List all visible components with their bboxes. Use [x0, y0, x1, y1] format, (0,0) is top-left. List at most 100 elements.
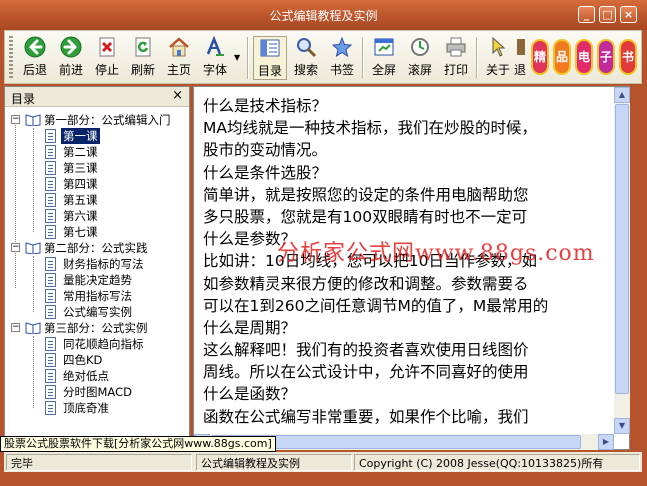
tree-line [15, 120, 16, 288]
status-text: 完毕 [6, 454, 192, 471]
stop-label: 停止 [94, 63, 119, 77]
search-button[interactable]: 搜索 [289, 36, 323, 80]
article-line: 周线。所以在公式设计中，允许不同喜好的使用 [203, 363, 529, 382]
font-icon [206, 36, 224, 56]
page-icon [45, 401, 56, 415]
page-icon [45, 193, 56, 207]
content-pane[interactable]: 什么是技术指标？ MA均线就是一种技术指标，我们在炒股的时候， 股市的变动情况。… [193, 86, 630, 450]
window-bottom-border [0, 472, 647, 486]
vertical-scroll-thumb[interactable] [615, 104, 629, 394]
page-icon [45, 337, 56, 351]
toolbar-separator [476, 37, 478, 79]
exit-label: 退 [513, 63, 526, 77]
tree-item-label: 顶底奇准 [63, 401, 109, 415]
collapse-toggle-icon[interactable]: − [11, 243, 20, 252]
tree-line [33, 128, 34, 232]
article-line: 什么是条件选股？ [203, 163, 328, 182]
open-book-icon [25, 242, 41, 254]
tree-item-label: 四色KD [63, 353, 103, 367]
autoscroll-icon [411, 38, 429, 56]
open-book-icon [25, 322, 41, 334]
tree-item-label: 绝对低点 [63, 369, 109, 383]
font-dropdown-arrow-icon[interactable]: ▼ [234, 53, 240, 62]
print-button[interactable]: 打印 [439, 36, 473, 80]
decor-badge: 书 [619, 39, 637, 75]
page-icon [45, 353, 56, 367]
maximize-button[interactable]: □ [599, 6, 616, 23]
toc-button[interactable]: 目录 [253, 36, 287, 80]
autoscroll-label: 滚屏 [407, 63, 432, 77]
tree-item-label: 第七课 [63, 225, 98, 239]
toc-label: 目录 [257, 64, 282, 78]
title-bar[interactable]: 公式编辑教程及实例 _ □ × [0, 0, 647, 30]
article-line: MA均线就是一种技术指标，我们在炒股的时候， [203, 119, 537, 138]
about-button[interactable]: 关于 [481, 36, 515, 80]
scroll-up-icon[interactable]: ▲ [614, 87, 630, 103]
page-icon [45, 209, 56, 223]
back-button[interactable]: 后退 [18, 36, 52, 80]
page-icon [45, 177, 56, 191]
close-button[interactable]: × [620, 6, 637, 23]
decor-badge: 精 [531, 39, 549, 75]
back-label: 后退 [22, 63, 47, 77]
page-icon [45, 289, 56, 303]
toolbar: 后退 前进 停止 刷新 主页 字体 ▼ 目录 搜索 书签 全屏 滚屏 打印 关于… [4, 30, 642, 84]
tree-item-label: 第一课 [61, 128, 100, 144]
article-line: 可以在1到260之间任意调节M的值了，M最常用的 [203, 296, 549, 315]
ad-banner[interactable]: 股票公式股票软件下载[分析家公式网www.88gs.com] [0, 436, 276, 452]
article-line: 如参数精灵来很方便的修改和调整。参数需要る [203, 274, 529, 293]
scroll-right-icon[interactable]: ▶ [598, 434, 614, 450]
exit-button[interactable]: 退 [513, 36, 527, 80]
bookmark-button[interactable]: 书签 [325, 36, 359, 80]
tree-item-label: 公式编写实例 [63, 305, 132, 319]
tree-part-2[interactable]: − 第二部分：公式实践 [11, 240, 189, 256]
tree-item-label: 第三课 [63, 161, 98, 175]
toc-panel-header: 目录 × [5, 87, 189, 107]
font-button[interactable]: 字体 [198, 36, 232, 80]
open-book-icon [25, 114, 41, 126]
article-line: 简单讲，就是按照您的设定的条件用电脑帮助您 [203, 185, 529, 204]
refresh-button[interactable]: 刷新 [126, 36, 160, 80]
window-title: 公式编辑教程及实例 [269, 9, 378, 23]
tree-part-1[interactable]: − 第一部分：公式编辑入门 [11, 112, 189, 128]
status-doc-title: 公式编辑教程及实例 [196, 454, 352, 471]
autoscroll-button[interactable]: 滚屏 [403, 36, 437, 80]
forward-button[interactable]: 前进 [54, 36, 88, 80]
collapse-toggle-icon[interactable]: − [11, 115, 20, 124]
toc-tree: − 第一部分：公式编辑入门 第一课 第二课 第三课 第四课 第五课 第六课 第七… [5, 108, 189, 448]
vertical-scrollbar[interactable]: ▲ ▼ [614, 87, 630, 434]
forward-label: 前进 [58, 63, 83, 77]
home-icon [169, 37, 189, 57]
tree-item-label: 第六课 [63, 209, 98, 223]
article-line: 函数在公式编写非常重要，如果作个比喻，我们 [203, 407, 529, 426]
home-button[interactable]: 主页 [162, 36, 196, 80]
article-line: 这么解释吧！我们有的投资者喜欢使用日线图价 [203, 341, 529, 360]
article-line: 什么是技术指标？ [203, 97, 328, 115]
decor-badge: 子 [597, 39, 615, 75]
article-line: 股市的变动情况。 [203, 141, 328, 160]
toolbar-separator [362, 37, 364, 79]
article-line: 什么是周期？ [203, 318, 297, 337]
tree-item-label: 财务指标的写法 [63, 257, 144, 271]
tree-item-label: 量能决定趋势 [63, 273, 132, 287]
page-icon [45, 257, 56, 271]
collapse-toggle-icon[interactable]: − [11, 323, 20, 332]
about-label: 关于 [485, 63, 510, 77]
font-label: 字体 [202, 63, 227, 77]
tree-part-label: 第三部分：公式实例 [44, 321, 148, 335]
minimize-button[interactable]: _ [578, 6, 595, 23]
toolbar-grip[interactable] [9, 36, 13, 80]
status-copyright: Copyright (C) 2008 Jesse(QQ:10133825)所有 [354, 454, 640, 471]
app-window: 公式编辑教程及实例 _ □ × 后退 前进 停止 刷新 主页 字体 ▼ 目录 搜… [0, 0, 647, 486]
exit-icon [517, 39, 525, 55]
tree-part-3[interactable]: − 第三部分：公式实例 [11, 320, 189, 336]
tree-part-label: 第一部分：公式编辑入门 [44, 113, 171, 127]
scroll-down-icon[interactable]: ▼ [614, 418, 630, 434]
stop-button[interactable]: 停止 [90, 36, 124, 80]
bookmark-star-icon [331, 36, 353, 58]
toc-panel-close-icon[interactable]: × [172, 88, 183, 103]
toc-panel-title: 目录 [11, 92, 36, 106]
forward-arrow-icon [60, 36, 82, 58]
article-line: 什么是函数？ [203, 385, 297, 404]
fullscreen-button[interactable]: 全屏 [367, 36, 401, 80]
